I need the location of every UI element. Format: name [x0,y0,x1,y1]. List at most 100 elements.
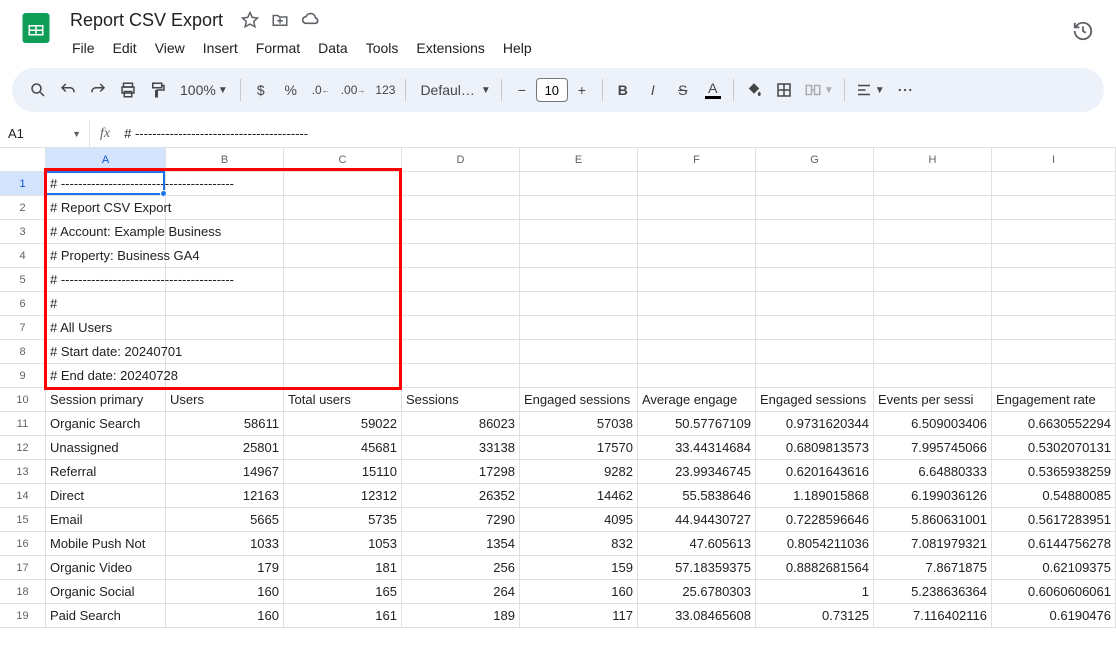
cell[interactable] [638,220,756,244]
column-header[interactable]: F [638,148,756,171]
cell[interactable] [402,364,520,388]
cell[interactable]: 6.64880333 [874,460,992,484]
cell[interactable] [520,292,638,316]
row-header[interactable]: 2 [0,196,46,220]
cell[interactable]: 25801 [166,436,284,460]
cell[interactable]: 9282 [520,460,638,484]
horizontal-align-icon[interactable]: ▼ [851,76,889,104]
cell[interactable]: 165 [284,580,402,604]
column-header[interactable]: I [992,148,1116,171]
cell[interactable]: Engaged sessions [756,388,874,412]
cell[interactable]: 7.8671875 [874,556,992,580]
cell[interactable] [402,292,520,316]
menu-view[interactable]: View [147,36,193,60]
cell[interactable] [402,268,520,292]
cell[interactable]: 159 [520,556,638,580]
cell[interactable]: Organic Video [46,556,166,580]
cell[interactable]: 0.8054211036 [756,532,874,556]
document-title[interactable]: Report CSV Export [64,8,229,33]
cell[interactable]: # Property: Business GA4 [46,244,166,268]
cell[interactable]: 1 [756,580,874,604]
menu-edit[interactable]: Edit [105,36,145,60]
cell[interactable]: 33.08465608 [638,604,756,628]
cell[interactable] [520,196,638,220]
cell[interactable] [638,364,756,388]
cell[interactable]: 160 [166,580,284,604]
more-toolbar-icon[interactable] [891,76,919,104]
cell[interactable] [756,244,874,268]
cell[interactable] [638,244,756,268]
cell[interactable] [756,292,874,316]
cell[interactable] [756,316,874,340]
font-select[interactable]: Defaul…▼ [412,76,494,104]
cell[interactable]: 256 [402,556,520,580]
cell[interactable]: 0.8882681564 [756,556,874,580]
cell[interactable] [756,340,874,364]
row-header[interactable]: 19 [0,604,46,628]
cell[interactable]: 23.99346745 [638,460,756,484]
cell[interactable]: 0.6190476 [992,604,1116,628]
formula-input[interactable]: # --------------------------------------… [120,126,1116,141]
cell[interactable] [166,292,284,316]
cell[interactable] [874,364,992,388]
cell[interactable]: 0.73125 [756,604,874,628]
undo-icon[interactable] [54,76,82,104]
cell[interactable]: 0.6630552294 [992,412,1116,436]
cell[interactable]: 50.57767109 [638,412,756,436]
cell[interactable]: 189 [402,604,520,628]
menu-tools[interactable]: Tools [358,36,407,60]
cell[interactable] [992,292,1116,316]
menu-file[interactable]: File [64,36,103,60]
cell[interactable]: 57038 [520,412,638,436]
row-header[interactable]: 8 [0,340,46,364]
row-header[interactable]: 13 [0,460,46,484]
cell[interactable]: # Report CSV Export [46,196,166,220]
menu-format[interactable]: Format [248,36,308,60]
cell[interactable] [756,364,874,388]
row-header[interactable]: 16 [0,532,46,556]
print-icon[interactable] [114,76,142,104]
cell[interactable] [874,220,992,244]
cell[interactable] [284,268,402,292]
borders-icon[interactable] [770,76,798,104]
cell[interactable]: Referral [46,460,166,484]
cell[interactable]: # --------------------------------------… [46,268,166,292]
fontsize-increase[interactable]: + [568,76,596,104]
cell[interactable] [166,340,284,364]
cell[interactable] [520,220,638,244]
cell[interactable] [638,172,756,196]
column-header[interactable]: G [756,148,874,171]
cell[interactable]: 5.860631001 [874,508,992,532]
column-header[interactable]: A [46,148,166,171]
cell[interactable] [166,196,284,220]
cell[interactable]: 0.5365938259 [992,460,1116,484]
redo-icon[interactable] [84,76,112,104]
cell[interactable]: 86023 [402,412,520,436]
cell[interactable]: 5.238636364 [874,580,992,604]
cell[interactable] [756,196,874,220]
cell[interactable]: 57.18359375 [638,556,756,580]
cell[interactable]: Events per sessi [874,388,992,412]
cell[interactable] [992,316,1116,340]
cloud-status-icon[interactable] [301,10,321,30]
cell[interactable] [520,268,638,292]
cell[interactable]: 5665 [166,508,284,532]
cell[interactable]: # Start date: 20240701 [46,340,166,364]
cell[interactable] [284,316,402,340]
cell[interactable] [520,340,638,364]
cell[interactable]: 17570 [520,436,638,460]
cell[interactable]: 117 [520,604,638,628]
cell[interactable]: Mobile Push Not [46,532,166,556]
increase-decimal-icon[interactable]: .00→ [337,76,370,104]
cell[interactable]: # End date: 20240728 [46,364,166,388]
cell[interactable] [992,268,1116,292]
cell[interactable]: 0.5302070131 [992,436,1116,460]
cell[interactable]: Sessions [402,388,520,412]
cell[interactable] [284,196,402,220]
cell[interactable]: 1053 [284,532,402,556]
cell[interactable]: # [46,292,166,316]
cell[interactable] [756,172,874,196]
cell[interactable] [166,316,284,340]
row-header[interactable]: 5 [0,268,46,292]
name-box[interactable]: A1▼ [0,120,90,147]
